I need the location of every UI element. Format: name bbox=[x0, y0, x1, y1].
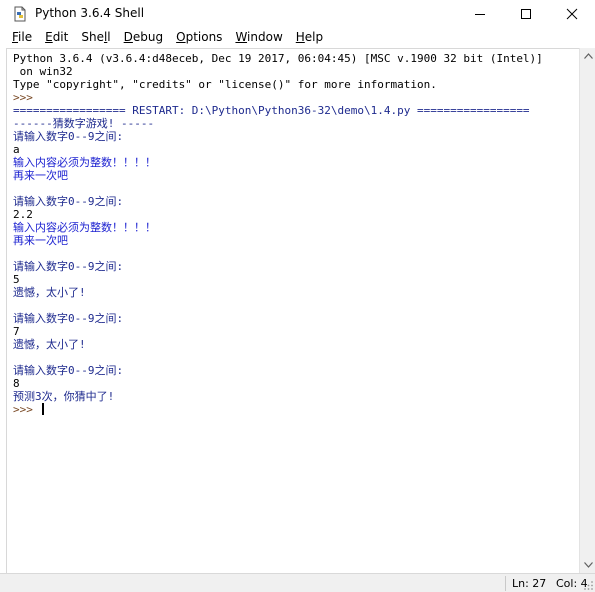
shell-line: 遗憾，太小了! bbox=[13, 286, 543, 299]
shell-line: 请输入数字0--9之间: bbox=[13, 195, 543, 208]
menu-shell[interactable]: Shell bbox=[81, 28, 110, 48]
close-button[interactable] bbox=[549, 0, 595, 28]
shell-output: Python 3.6.4 (v3.6.4:d48eceb, Dec 19 201… bbox=[13, 52, 543, 416]
shell-text-area[interactable]: Python 3.6.4 (v3.6.4:d48eceb, Dec 19 201… bbox=[6, 48, 579, 573]
shell-line: 再来一次吧 bbox=[13, 169, 543, 182]
shell-line-text: 7 bbox=[13, 325, 20, 338]
shell-line: 请输入数字0--9之间: bbox=[13, 260, 543, 273]
minimize-icon bbox=[475, 14, 485, 15]
shell-line-text: ================= RESTART: D:\Python\Pyt… bbox=[13, 104, 530, 117]
shell-line: 遗憾，太小了! bbox=[13, 338, 543, 351]
shell-line-text: 请输入数字0--9之间: bbox=[13, 195, 124, 208]
shell-line-text: 输入内容必须为整数！！！！ bbox=[13, 156, 156, 169]
menu-window[interactable]: Window bbox=[235, 28, 282, 48]
shell-line: 7 bbox=[13, 325, 543, 338]
shell-line: 2.2 bbox=[13, 208, 543, 221]
shell-line-text: 预测3次，你猜中了! bbox=[13, 390, 115, 403]
shell-line: on win32 bbox=[13, 65, 543, 78]
shell-line-text: 请输入数字0--9之间: bbox=[13, 260, 124, 273]
shell-line-text: 再来一次吧 bbox=[13, 169, 68, 182]
minimize-button[interactable] bbox=[457, 0, 503, 28]
shell-line: a bbox=[13, 143, 543, 156]
menu-options[interactable]: Options bbox=[176, 28, 222, 48]
shell-line: 请输入数字0--9之间: bbox=[13, 130, 543, 143]
shell-line: 预测3次，你猜中了! bbox=[13, 390, 543, 403]
maximize-icon bbox=[521, 9, 531, 19]
shell-line-text: 再来一次吧 bbox=[13, 234, 68, 247]
shell-line-text: 请输入数字0--9之间: bbox=[13, 130, 124, 143]
shell-line-text: >>> bbox=[13, 403, 40, 416]
shell-line-text: on win32 bbox=[13, 65, 73, 78]
shell-line: 请输入数字0--9之间: bbox=[13, 312, 543, 325]
shell-line-text: ------猜数字游戏! ----- bbox=[13, 117, 155, 130]
shell-line: 请输入数字0--9之间: bbox=[13, 364, 543, 377]
shell-line-text: 请输入数字0--9之间: bbox=[13, 312, 124, 325]
shell-line: Type "copyright", "credits" or "license(… bbox=[13, 78, 543, 91]
menu-bar: File Edit Shell Debug Options Window Hel… bbox=[0, 28, 595, 48]
shell-line: 8 bbox=[13, 377, 543, 390]
shell-line: 输入内容必须为整数！！！！ bbox=[13, 221, 543, 234]
shell-line: 输入内容必须为整数！！！！ bbox=[13, 156, 543, 169]
chevron-up-icon bbox=[583, 53, 593, 59]
shell-line-text: a bbox=[13, 143, 20, 156]
shell-line-text: >>> bbox=[13, 91, 40, 104]
scroll-up-button[interactable] bbox=[580, 48, 595, 64]
title-bar[interactable]: Python 3.6.4 Shell bbox=[0, 0, 595, 28]
shell-line: ------猜数字游戏! ----- bbox=[13, 117, 543, 130]
python-file-icon bbox=[14, 6, 26, 22]
menu-file[interactable]: File bbox=[12, 28, 32, 48]
status-bar: Ln: 27 Col: 4 bbox=[0, 573, 595, 592]
shell-line: ================= RESTART: D:\Python\Pyt… bbox=[13, 104, 543, 117]
shell-line: Python 3.6.4 (v3.6.4:d48eceb, Dec 19 201… bbox=[13, 52, 543, 65]
menu-debug[interactable]: Debug bbox=[124, 28, 163, 48]
window-title: Python 3.6.4 Shell bbox=[35, 6, 145, 20]
status-line: Ln: 27 bbox=[512, 577, 547, 590]
menu-edit[interactable]: Edit bbox=[45, 28, 68, 48]
shell-line-text: 5 bbox=[13, 273, 20, 286]
vertical-scrollbar[interactable] bbox=[579, 48, 595, 573]
scroll-down-button[interactable] bbox=[580, 557, 595, 573]
shell-line-text: 请输入数字0--9之间: bbox=[13, 364, 124, 377]
shell-line-text: 8 bbox=[13, 377, 20, 390]
shell-line-text: 2.2 bbox=[13, 208, 33, 221]
close-icon bbox=[566, 8, 578, 20]
status-separator bbox=[505, 576, 506, 591]
shell-line-text: 遗憾，太小了! bbox=[13, 338, 86, 351]
shell-line-text: 遗憾，太小了! bbox=[13, 286, 86, 299]
shell-prompt-line: >>> bbox=[13, 403, 543, 416]
shell-line: 再来一次吧 bbox=[13, 234, 543, 247]
shell-line-text: Type "copyright", "credits" or "license(… bbox=[13, 78, 437, 91]
text-cursor bbox=[41, 403, 44, 415]
shell-prompt-line: >>> bbox=[13, 91, 543, 104]
menu-help[interactable]: Help bbox=[296, 28, 323, 48]
shell-line-text: Python 3.6.4 (v3.6.4:d48eceb, Dec 19 201… bbox=[13, 52, 543, 65]
maximize-button[interactable] bbox=[503, 0, 549, 28]
shell-line: 5 bbox=[13, 273, 543, 286]
chevron-down-icon bbox=[583, 562, 593, 568]
shell-line-text: 输入内容必须为整数！！！！ bbox=[13, 221, 156, 234]
resize-grip-icon[interactable] bbox=[582, 579, 594, 591]
